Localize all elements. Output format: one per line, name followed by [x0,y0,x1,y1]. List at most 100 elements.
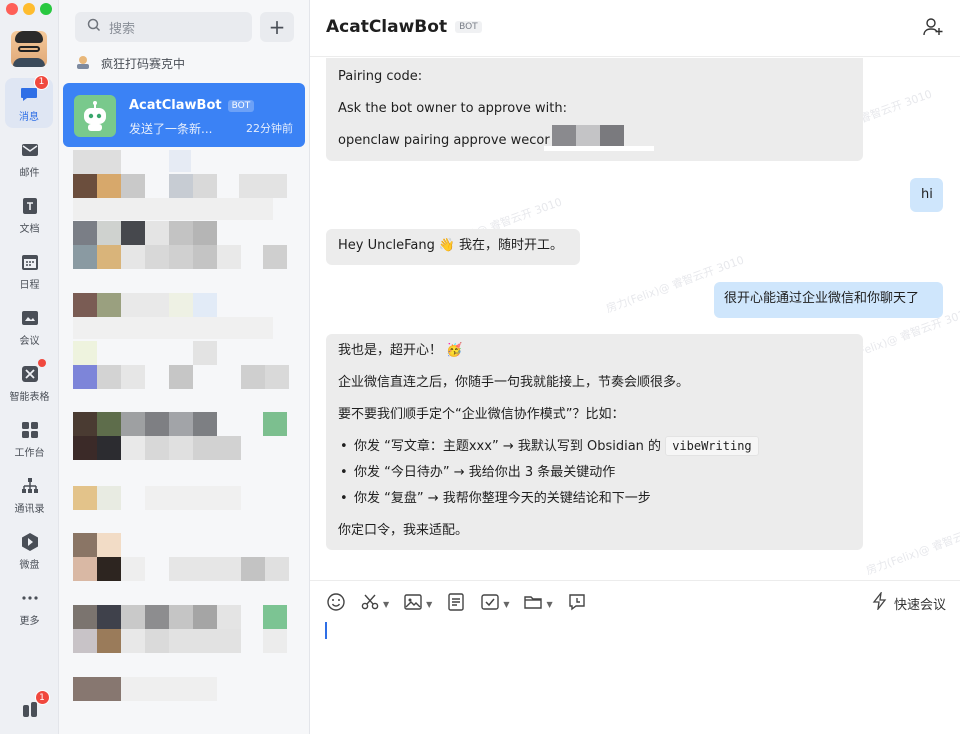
nav-item-drive[interactable]: 微盘 [0,526,59,576]
mail-icon [20,140,40,160]
message-text: 你发 “今日待办” → 我给你出 3 条最关键动作 [354,465,616,480]
nav-item-smart-sheet[interactable]: 智能表格 [0,358,59,408]
chevron-down-icon: ▼ [426,599,433,609]
message-text: 企业微信直连之后，你随手一句我就能接上，节奏会顺很多。 [338,375,690,390]
quick-meeting-button[interactable]: 快速会议 [872,590,946,614]
contacts-icon [20,476,40,496]
nav-item-contacts[interactable]: 通讯录 [0,470,59,520]
more-icon [20,588,40,608]
status-emoji-icon [75,55,91,72]
nav-item-docs[interactable]: 文档 [0,190,59,240]
message-input[interactable] [310,613,960,734]
smart-sheet-icon [20,358,46,384]
chevron-down-icon: ▼ [383,599,390,609]
add-person-icon [922,18,944,42]
nav-label: 会议 [19,335,40,347]
minimize-window-button[interactable] [23,3,35,15]
conversation-item-acatclawbot[interactable]: AcatClawBot BOT 发送了一条新... 22分钟前 [63,83,305,147]
message-text: 很开心能通过企业微信和你聊天了 [724,291,920,306]
message-text: Pairing code: [338,69,423,84]
message-text: Ask the bot owner to approve with: [338,101,567,116]
message-text: 你发 “写文章：主题xxx” → 我默认写到 Obsidian 的 [354,439,662,454]
list-item: 你发 “复盘” → 我帮你整理今天的关键结论和下一步 [338,490,651,509]
redacted-block [576,125,600,148]
close-window-button[interactable] [6,3,18,15]
message-user-happy: 很开心能通过企业微信和你聊天了 [714,282,943,318]
search-box[interactable]: 搜索 [75,12,252,42]
message-text: 我也是，超开心！ [338,343,443,358]
conversation-list: 搜索 + 疯狂打码赛克中 AcatClawBot BOT 发送了一条新... 2… [59,0,310,734]
bot-tag: BOT [455,21,482,33]
lightning-icon [872,590,888,614]
smart-sheet-dot [37,358,46,367]
message-bot-collaboration: 我也是，超开心！ 🥳 企业微信直连之后，你随手一句我就能接上，节奏会顺很多。 要… [326,334,863,550]
nav-label: 更多 [19,615,40,627]
add-button[interactable]: + [260,12,294,42]
message-text: 要不要我们顺手定个“企业微信协作模式”？比如： [338,407,625,422]
notification-icon: 1 [20,690,50,719]
conversation-time: 22分钟前 [246,122,293,135]
chat-header: AcatClawBot BOT [310,0,960,57]
window-controls [6,3,52,15]
nav-label: 微盘 [19,559,40,571]
chat-panel: AcatClawBot BOT 房力(Felix)@ 睿智云开 3010 房力(… [310,0,960,734]
chevron-down-icon: ▼ [546,599,553,609]
message-text: 你发 “复盘” → 我帮你整理今天的关键结论和下一步 [354,491,651,506]
chat-bubble-icon: 1 [19,74,49,104]
message-bot-pairing: Pairing code: Ask the bot owner to appro… [326,58,863,161]
nav-label: 工作台 [14,447,45,459]
message-text: openclaw pairing approve wecor [338,133,550,148]
nav-item-more[interactable]: 更多 [0,582,59,632]
bot-avatar [74,95,116,137]
nav-item-meeting[interactable]: 会议 [0,302,59,352]
meeting-icon [20,308,40,328]
nav-label: 通讯录 [14,503,45,515]
chevron-down-icon: ▼ [503,599,510,609]
nav-item-notifications[interactable]: 1 [0,684,59,734]
message-text: hi [921,187,933,202]
chat-title: AcatClawBot [326,17,448,37]
search-placeholder: 搜索 [109,21,136,37]
document-icon [20,196,40,216]
add-member-button[interactable] [922,16,944,42]
nav-label: 日程 [19,279,40,291]
nav-label: 智能表格 [9,391,50,403]
notification-badge: 1 [34,690,50,705]
message-user-hi: hi [910,178,943,212]
workbench-icon [20,420,40,440]
redacted-block [544,146,654,151]
list-item: 你发 “今日待办” → 我给你出 3 条最关键动作 [338,464,615,483]
wave-emoji: 👋 [438,238,456,253]
plus-icon: + [268,15,286,39]
messages-badge: 1 [34,74,49,90]
list-item: 你发 “写文章：主题xxx” → 我默认写到 Obsidian 的 vibeWr… [338,436,759,457]
nav-item-messages[interactable]: 1 消息 [5,74,53,128]
user-avatar[interactable] [11,31,47,67]
nav-label: 邮件 [19,167,40,179]
app-nav: 1 消息 邮件 文档 日程 会议 智能表格 工作台 通讯录 微盘 更多 1 [0,0,59,734]
nav-item-mail[interactable]: 邮件 [0,134,59,184]
message-text: Hey UncleFang [338,238,435,253]
conversation-preview: 发送了一条新... [129,122,213,136]
message-text: 我在，随时开工。 [459,238,564,253]
message-text: 你定口令，我来适配。 [338,523,469,538]
redacted-block [600,125,624,148]
party-emoji: 🥳 [446,343,463,358]
zoom-window-button[interactable] [40,3,52,15]
inline-code: vibeWriting [665,436,759,456]
status-text: 疯狂打码赛克中 [101,57,186,71]
bot-tag: BOT [227,99,255,112]
drive-icon [20,532,40,552]
calendar-icon [20,252,40,272]
message-composer: ▼ ▼ ▼ ▼ 快速会议 [310,580,960,734]
user-status[interactable]: 疯狂打码赛克中 [75,55,185,72]
nav-label: 文档 [19,223,40,235]
message-bot-greeting: Hey UncleFang 👋 我在，随时开工。 [326,229,580,265]
conversation-name: AcatClawBot [129,98,222,113]
search-icon [87,18,101,36]
nav-item-calendar[interactable]: 日程 [0,246,59,296]
watermark: 房力(Felix)@ 睿智云开 3010 [864,515,960,578]
quick-meeting-label: 快速会议 [893,597,946,613]
nav-item-workbench[interactable]: 工作台 [0,414,59,464]
nav-label: 消息 [19,111,39,123]
